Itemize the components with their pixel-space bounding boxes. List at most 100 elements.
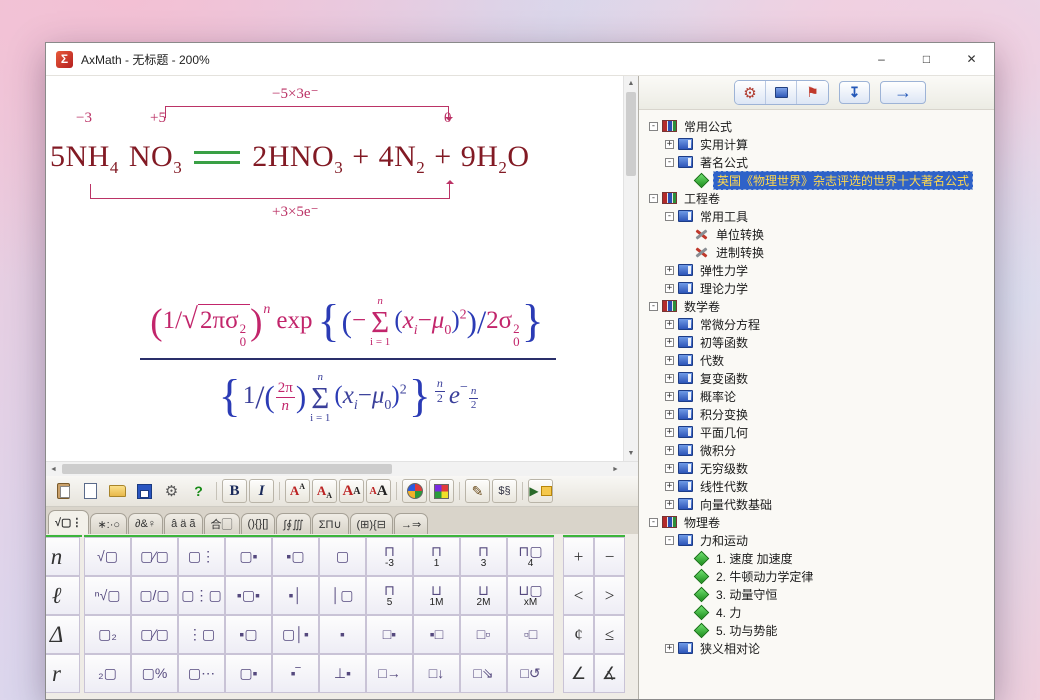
insert-formula-button[interactable]: → xyxy=(880,81,926,104)
mixed-bar-template[interactable]: ▢│▪ xyxy=(272,615,319,654)
presuper-template[interactable]: ▪▢ xyxy=(225,615,272,654)
expander-icon[interactable]: - xyxy=(649,122,658,131)
show-markers-button[interactable]: $§ xyxy=(492,479,517,503)
tab-scripts[interactable]: ∂&♀ xyxy=(128,513,163,534)
tree-item[interactable]: + 无穷级数 xyxy=(649,459,992,477)
operator-cell[interactable]: ∠ xyxy=(563,654,594,693)
underbracket-box-template[interactable]: ⊔▢xM xyxy=(507,576,554,615)
tree-item[interactable]: 4. 力 xyxy=(649,603,992,621)
expander-icon[interactable]: + xyxy=(665,356,674,365)
matrix-cell-template[interactable]: □▪ xyxy=(366,615,413,654)
overbracket-template[interactable]: ⊓5 xyxy=(366,576,413,615)
bevel-fraction-template[interactable]: ▢∕▢ xyxy=(131,615,178,654)
symbol-cell[interactable]: r xyxy=(46,654,80,693)
horizontal-scroll-thumb[interactable] xyxy=(62,464,392,474)
tree-item[interactable]: 英国《物理世界》杂志评选的世界十大著名公式 xyxy=(649,171,992,189)
tree-item[interactable]: + 常微分方程 xyxy=(649,315,992,333)
overbar-template[interactable]: ▪‾ xyxy=(272,654,319,693)
slash-fraction-template[interactable]: ▢/▢ xyxy=(131,576,178,615)
matrix-expand-down-template[interactable]: □↓ xyxy=(413,654,460,693)
tab-cjk[interactable]: 合▢ xyxy=(204,513,240,534)
percent-template[interactable]: ▢% xyxy=(131,654,178,693)
tree-item[interactable]: 5. 功与势能 xyxy=(649,621,992,639)
symbol-cell[interactable]: Δ xyxy=(46,615,80,654)
overbracket-template[interactable]: ⊓-3 xyxy=(366,537,413,576)
underbracket-template[interactable]: ⊔2M xyxy=(460,576,507,615)
nthroot-template[interactable]: ⁿ√▢ xyxy=(84,576,131,615)
expander-icon[interactable]: + xyxy=(665,644,674,653)
expander-icon[interactable]: - xyxy=(649,302,658,311)
tab-templates[interactable]: √▢⋮ xyxy=(48,510,89,534)
expander-icon[interactable]: - xyxy=(665,158,674,167)
expander-icon[interactable]: + xyxy=(665,374,674,383)
tree-item[interactable]: - 常用工具 xyxy=(649,207,992,225)
expander-icon[interactable]: + xyxy=(665,482,674,491)
tab-brackets[interactable]: (){}[] xyxy=(241,513,276,534)
multi-stack-template[interactable]: ▢⋮▢ xyxy=(178,576,225,615)
fraction-template[interactable]: ▢⁄▢ xyxy=(131,537,178,576)
expander-icon[interactable]: + xyxy=(665,500,674,509)
symbol-cell[interactable]: n xyxy=(46,537,80,576)
subscript-button[interactable]: AA xyxy=(312,479,337,503)
sub-inline-template[interactable]: ▢₂ xyxy=(84,615,131,654)
superscript-button[interactable]: AA xyxy=(285,479,310,503)
expander-icon[interactable]: + xyxy=(665,392,674,401)
matrix-rotate-template[interactable]: □↺ xyxy=(507,654,554,693)
bar-right-template[interactable]: │▢ xyxy=(319,576,366,615)
tab-accents[interactable]: â ä ã xyxy=(164,513,202,534)
operator-cell[interactable]: ¢ xyxy=(563,615,594,654)
operator-cell[interactable]: ∡ xyxy=(594,654,625,693)
settings-button[interactable]: ⚙ xyxy=(159,479,184,503)
tree-item[interactable]: - 数学卷 xyxy=(649,297,992,315)
matrix-expand-diag-template[interactable]: □⇘ xyxy=(460,654,507,693)
expander-icon[interactable]: + xyxy=(665,338,674,347)
paste-button[interactable] xyxy=(51,479,76,503)
vertical-scroll-thumb[interactable] xyxy=(626,92,636,176)
scroll-down-icon[interactable]: ▼ xyxy=(624,446,638,461)
presub-inline-template[interactable]: ₂▢ xyxy=(84,654,131,693)
overbracket-template[interactable]: ⊓1 xyxy=(413,537,460,576)
tree-item[interactable]: + 向量代数基础 xyxy=(649,495,992,513)
operator-cell[interactable]: + xyxy=(563,537,594,576)
save-button[interactable] xyxy=(132,479,157,503)
matrix-cell-template[interactable]: ▫□ xyxy=(507,615,554,654)
underbracket-template[interactable]: ⊔1M xyxy=(413,576,460,615)
stack-left-template[interactable]: ⋮▢ xyxy=(178,615,225,654)
equation-canvas[interactable]: −5×3e⁻ −3 +5 0 5NH4NO32HNO3+4N2+9H2O +3×… xyxy=(46,76,623,461)
expander-icon[interactable]: + xyxy=(665,410,674,419)
tree-item[interactable]: + 复变函数 xyxy=(649,369,992,387)
sqrt-template[interactable]: √▢ xyxy=(84,537,131,576)
tree-item[interactable]: + 初等函数 xyxy=(649,333,992,351)
hstack-template[interactable]: ▢⋯ xyxy=(178,654,225,693)
expander-icon[interactable]: + xyxy=(665,266,674,275)
tree-item[interactable]: - 物理卷 xyxy=(649,513,992,531)
font-increase-button[interactable]: AA xyxy=(339,479,364,503)
presub-template[interactable]: ▪▢ xyxy=(272,537,319,576)
scroll-left-icon[interactable]: ◄ xyxy=(46,462,61,476)
symbol-cell[interactable]: ℓ xyxy=(46,576,80,615)
minimize-button[interactable]: – xyxy=(859,43,904,75)
tab-dots[interactable]: ∗:·○ xyxy=(90,513,127,534)
tree-item[interactable]: - 常用公式 xyxy=(649,117,992,135)
tree-item[interactable]: + 微积分 xyxy=(649,441,992,459)
format-brush-button[interactable]: ✎ xyxy=(465,479,490,503)
tree-item[interactable]: + 平面几何 xyxy=(649,423,992,441)
add-to-library-button[interactable]: ⚙ xyxy=(735,81,766,104)
tab-arrows[interactable]: →⇒ xyxy=(394,513,428,534)
anchor-button[interactable]: ↧ xyxy=(839,81,870,104)
operator-cell[interactable]: < xyxy=(563,576,594,615)
italic-button[interactable]: I xyxy=(249,479,274,503)
expander-icon[interactable]: - xyxy=(665,212,674,221)
open-button[interactable] xyxy=(105,479,130,503)
subsup-template[interactable]: ▪▢▪ xyxy=(225,576,272,615)
tree-item[interactable]: - 力和运动 xyxy=(649,531,992,549)
stack-template[interactable]: ▢⋮ xyxy=(178,537,225,576)
operator-cell[interactable]: ≤ xyxy=(594,615,625,654)
expander-icon[interactable]: + xyxy=(665,320,674,329)
color-button[interactable] xyxy=(402,479,427,503)
tab-matrices[interactable]: (⊞){⊟ xyxy=(350,513,393,534)
tree-item[interactable]: + 代数 xyxy=(649,351,992,369)
tree-item[interactable]: + 狭义相对论 xyxy=(649,639,992,657)
subscript-template[interactable]: ▢▪ xyxy=(225,537,272,576)
expander-icon[interactable]: - xyxy=(665,536,674,545)
